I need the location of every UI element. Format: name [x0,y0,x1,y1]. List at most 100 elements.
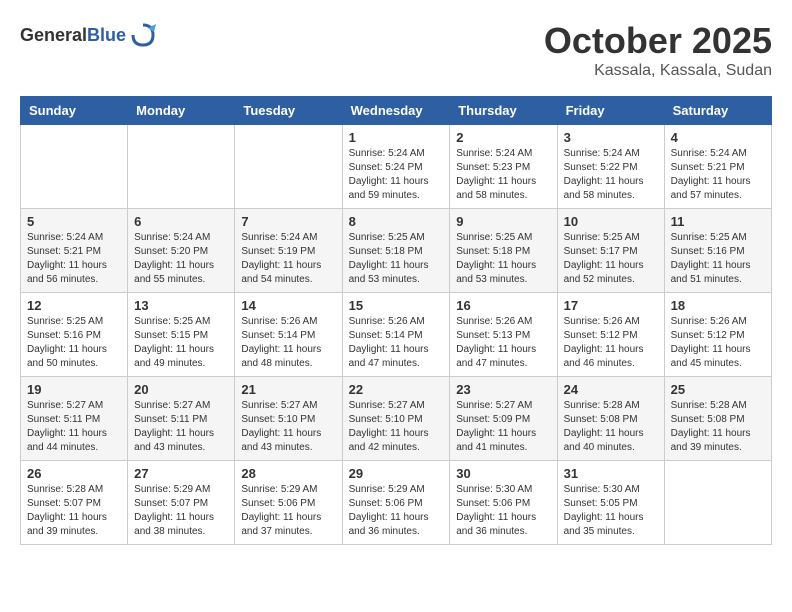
day-cell-2: 2Sunrise: 5:24 AM Sunset: 5:23 PM Daylig… [450,125,557,209]
day-number: 24 [564,382,658,397]
day-cell-19: 19 Sunrise: 5:27 AM Sunset: 5:11 PM Dayli… [21,377,128,461]
day-info: Sunrise: 5:24 AM Sunset: 5:22 PM Dayligh… [564,147,658,203]
day-info: Sunrise: 5:25 AM Sunset: 5:18 PM Dayligh… [456,231,550,287]
day-cell-3: 3 Sunrise: 5:24 AM Sunset: 5:22 PM Daylig… [557,125,664,209]
day-number: 30 [456,466,550,481]
day-number: 21 [241,382,335,397]
day-cell-8: 8 Sunrise: 5:25 AM Sunset: 5:18 PM Daylig… [342,209,450,293]
day-cell-22: 22 Sunrise: 5:27 AM Sunset: 5:10 PM Dayli… [342,377,450,461]
day-info: Sunrise: 5:29 AM Sunset: 5:06 PM Dayligh… [349,483,444,539]
week-row-3: 12 Sunrise: 5:25 AM Sunset: 5:16 PM Dayli… [21,293,772,377]
day-info: Sunrise: 5:29 AM Sunset: 5:06 PM Dayligh… [241,483,335,539]
day-cell-16: 16Sunrise: 5:26 AM Sunset: 5:13 PM Dayli… [450,293,557,377]
week-row-2: 5 Sunrise: 5:24 AM Sunset: 5:21 PM Daylig… [21,209,772,293]
day-cell-25: 25Sunrise: 5:28 AM Sunset: 5:08 PM Dayli… [664,377,771,461]
day-number: 5 [27,214,121,229]
weekday-header-row: SundayMondayTuesdayWednesdayThursdayFrid… [21,97,772,125]
month-title: October 2025 [544,20,772,62]
day-number: 12 [27,298,121,313]
day-cell-7: 7 Sunrise: 5:24 AM Sunset: 5:19 PM Daylig… [235,209,342,293]
day-number: 7 [241,214,335,229]
day-number: 6 [134,214,228,229]
location-title: Kassala, Kassala, Sudan [544,62,772,80]
day-cell-6: 6 Sunrise: 5:24 AM Sunset: 5:20 PM Daylig… [128,209,235,293]
day-info: Sunrise: 5:27 AM Sunset: 5:11 PM Dayligh… [134,399,228,455]
day-info: Sunrise: 5:30 AM Sunset: 5:05 PM Dayligh… [564,483,658,539]
day-number: 8 [349,214,444,229]
day-number: 27 [134,466,228,481]
page-header: GeneralBlue October 2025 Kassala, Kassal… [20,20,772,80]
day-number: 18 [671,298,765,313]
day-info: Sunrise: 5:25 AM Sunset: 5:17 PM Dayligh… [564,231,658,287]
day-cell-11: 11Sunrise: 5:25 AM Sunset: 5:16 PM Dayli… [664,209,771,293]
day-info: Sunrise: 5:26 AM Sunset: 5:14 PM Dayligh… [241,315,335,371]
day-cell-5: 5 Sunrise: 5:24 AM Sunset: 5:21 PM Daylig… [21,209,128,293]
day-number: 3 [564,130,658,145]
day-info: Sunrise: 5:24 AM Sunset: 5:21 PM Dayligh… [671,147,765,203]
day-number: 20 [134,382,228,397]
day-number: 9 [456,214,550,229]
day-info: Sunrise: 5:24 AM Sunset: 5:19 PM Dayligh… [241,231,335,287]
day-cell-13: 13Sunrise: 5:25 AM Sunset: 5:15 PM Dayli… [128,293,235,377]
day-number: 13 [134,298,228,313]
day-number: 19 [27,382,121,397]
day-cell-20: 20 Sunrise: 5:27 AM Sunset: 5:11 PM Dayli… [128,377,235,461]
day-info: Sunrise: 5:24 AM Sunset: 5:21 PM Dayligh… [27,231,121,287]
day-cell-30: 30 Sunrise: 5:30 AM Sunset: 5:06 PM Dayli… [450,461,557,545]
day-info: Sunrise: 5:28 AM Sunset: 5:08 PM Dayligh… [671,399,765,455]
day-info: Sunrise: 5:29 AM Sunset: 5:07 PM Dayligh… [134,483,228,539]
weekday-header-sunday: Sunday [21,97,128,125]
logo-text-general: General [20,25,87,45]
logo: GeneralBlue [20,20,158,50]
day-cell-21: 21 Sunrise: 5:27 AM Sunset: 5:10 PM Dayli… [235,377,342,461]
weekday-header-monday: Monday [128,97,235,125]
day-cell-18: 18 Sunrise: 5:26 AM Sunset: 5:12 PM Dayli… [664,293,771,377]
day-info: Sunrise: 5:24 AM Sunset: 5:23 PM Dayligh… [456,147,550,203]
week-row-4: 19 Sunrise: 5:27 AM Sunset: 5:11 PM Dayli… [21,377,772,461]
day-cell-17: 17 Sunrise: 5:26 AM Sunset: 5:12 PM Dayli… [557,293,664,377]
day-info: Sunrise: 5:26 AM Sunset: 5:13 PM Dayligh… [456,315,550,371]
weekday-header-tuesday: Tuesday [235,97,342,125]
day-info: Sunrise: 5:24 AM Sunset: 5:20 PM Dayligh… [134,231,228,287]
day-cell-9: 9 Sunrise: 5:25 AM Sunset: 5:18 PM Daylig… [450,209,557,293]
calendar-table: SundayMondayTuesdayWednesdayThursdayFrid… [20,96,772,545]
day-info: Sunrise: 5:27 AM Sunset: 5:10 PM Dayligh… [349,399,444,455]
day-info: Sunrise: 5:26 AM Sunset: 5:12 PM Dayligh… [564,315,658,371]
day-number: 28 [241,466,335,481]
day-info: Sunrise: 5:25 AM Sunset: 5:18 PM Dayligh… [349,231,444,287]
day-number: 11 [671,214,765,229]
day-info: Sunrise: 5:28 AM Sunset: 5:08 PM Dayligh… [564,399,658,455]
day-cell-31: 31 Sunrise: 5:30 AM Sunset: 5:05 PM Dayli… [557,461,664,545]
weekday-header-thursday: Thursday [450,97,557,125]
empty-cell [235,125,342,209]
day-cell-10: 10 Sunrise: 5:25 AM Sunset: 5:17 PM Dayli… [557,209,664,293]
day-number: 4 [671,130,765,145]
day-info: Sunrise: 5:24 AM Sunset: 5:24 PM Dayligh… [349,147,444,203]
day-number: 10 [564,214,658,229]
day-info: Sunrise: 5:27 AM Sunset: 5:10 PM Dayligh… [241,399,335,455]
day-number: 14 [241,298,335,313]
day-info: Sunrise: 5:27 AM Sunset: 5:09 PM Dayligh… [456,399,550,455]
day-info: Sunrise: 5:28 AM Sunset: 5:07 PM Dayligh… [27,483,121,539]
day-number: 26 [27,466,121,481]
day-info: Sunrise: 5:27 AM Sunset: 5:11 PM Dayligh… [27,399,121,455]
empty-cell [664,461,771,545]
week-row-1: 1Sunrise: 5:24 AM Sunset: 5:24 PM Daylig… [21,125,772,209]
title-block: October 2025 Kassala, Kassala, Sudan [544,20,772,80]
day-info: Sunrise: 5:30 AM Sunset: 5:06 PM Dayligh… [456,483,550,539]
day-number: 22 [349,382,444,397]
day-number: 15 [349,298,444,313]
day-cell-4: 4 Sunrise: 5:24 AM Sunset: 5:21 PM Daylig… [664,125,771,209]
weekday-header-wednesday: Wednesday [342,97,450,125]
empty-cell [128,125,235,209]
day-info: Sunrise: 5:26 AM Sunset: 5:14 PM Dayligh… [349,315,444,371]
day-cell-1: 1Sunrise: 5:24 AM Sunset: 5:24 PM Daylig… [342,125,450,209]
day-cell-14: 14 Sunrise: 5:26 AM Sunset: 5:14 PM Dayli… [235,293,342,377]
day-number: 31 [564,466,658,481]
day-cell-28: 28 Sunrise: 5:29 AM Sunset: 5:06 PM Dayli… [235,461,342,545]
day-cell-12: 12 Sunrise: 5:25 AM Sunset: 5:16 PM Dayli… [21,293,128,377]
day-number: 17 [564,298,658,313]
day-number: 29 [349,466,444,481]
day-info: Sunrise: 5:25 AM Sunset: 5:16 PM Dayligh… [27,315,121,371]
day-info: Sunrise: 5:26 AM Sunset: 5:12 PM Dayligh… [671,315,765,371]
